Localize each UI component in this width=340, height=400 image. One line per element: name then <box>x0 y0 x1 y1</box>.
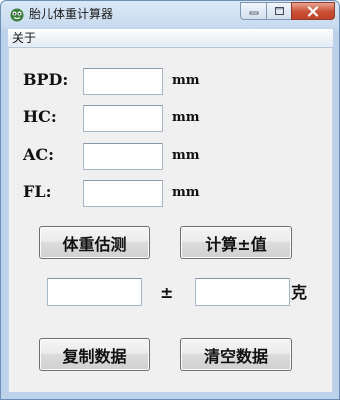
close-icon <box>307 5 319 17</box>
maximize-button[interactable] <box>266 2 291 20</box>
hc-input[interactable] <box>83 105 163 132</box>
ac-label: AC: <box>23 145 55 164</box>
bpd-input[interactable] <box>83 68 163 95</box>
hc-label: HC: <box>23 107 57 126</box>
caption-buttons <box>240 2 335 20</box>
fl-unit: mm <box>172 185 200 200</box>
title-bar[interactable]: 胎儿体重计算器 <box>1 1 339 27</box>
window-title: 胎儿体重计算器 <box>29 7 114 21</box>
gram-unit: 克 <box>291 283 308 302</box>
fl-label: FL: <box>23 182 52 201</box>
estimate-weight-button[interactable]: 体重估测 <box>39 226 150 259</box>
ac-input[interactable] <box>83 143 163 170</box>
minimize-icon <box>249 11 258 15</box>
app-icon <box>10 8 24 22</box>
plus-minus-sign: ± <box>160 283 174 302</box>
menu-item-about[interactable]: 关于 <box>12 31 36 46</box>
close-button[interactable] <box>291 2 335 20</box>
hc-unit: mm <box>172 110 200 125</box>
minimize-button[interactable] <box>240 2 266 20</box>
calculate-range-button[interactable]: 计算±值 <box>180 226 292 259</box>
maximize-icon <box>274 7 284 15</box>
weight-result-field[interactable] <box>47 278 142 306</box>
clear-data-button[interactable]: 清空数据 <box>180 338 292 371</box>
fl-input[interactable] <box>83 180 163 207</box>
app-window: 胎儿体重计算器 关于 BPD: mm HC: mm AC: mm FL: mm … <box>0 0 340 400</box>
bpd-unit: mm <box>172 73 200 88</box>
menu-bar: 关于 <box>8 29 333 48</box>
ac-unit: mm <box>172 148 200 163</box>
copy-data-button[interactable]: 复制数据 <box>39 338 150 371</box>
bpd-label: BPD: <box>23 70 69 89</box>
range-result-field[interactable] <box>195 278 290 306</box>
client-area: BPD: mm HC: mm AC: mm FL: mm 体重估测 计算±值 ±… <box>8 48 333 392</box>
